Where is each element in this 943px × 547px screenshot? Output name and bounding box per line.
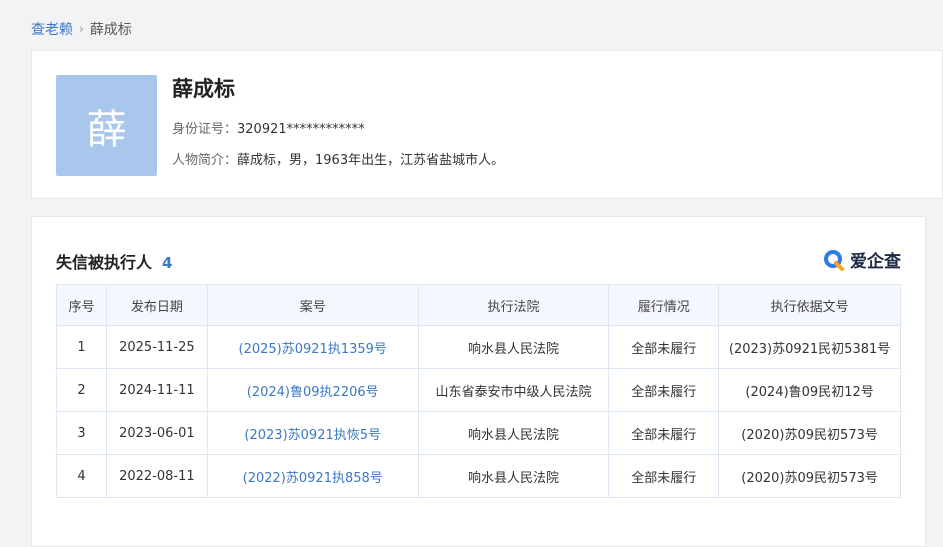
- breadcrumb-home-link[interactable]: 查老赖: [31, 19, 73, 39]
- case-number-link[interactable]: (2024)鲁09执2206号: [206, 368, 419, 412]
- profile-card: 薛 薛成标 身份证号：320921************ 人物简介：薛成标，男…: [31, 50, 943, 199]
- breadcrumb-current: 薛成标: [89, 22, 132, 38]
- row-basis: (2023)苏0921民初5381号: [718, 325, 901, 369]
- row-court: 响水县人民法院: [417, 325, 610, 369]
- list-count: 4: [162, 254, 173, 272]
- row-basis: (2024)鲁09民初12号: [718, 368, 901, 412]
- case-number-link[interactable]: (2022)苏0921执858号: [206, 454, 419, 498]
- row-date: 2022-08-11: [105, 454, 208, 498]
- intro-row: 人物简介：薛成标，男，1963年出生，江苏省盐城市人。: [172, 149, 504, 168]
- row-status: 全部未履行: [608, 411, 720, 455]
- magnifier-logo-icon: [824, 249, 844, 271]
- row-index: 4: [56, 454, 107, 498]
- row-date: 2024-11-11: [105, 368, 208, 412]
- case-number-link[interactable]: (2023)苏0921执恢5号: [206, 411, 419, 455]
- chevron-right-icon: ›: [79, 22, 84, 36]
- list-title: 失信被执行人: [56, 253, 153, 272]
- intro-label: 人物简介：: [172, 153, 238, 168]
- intro-value: 薛成标，男，1963年出生，江苏省盐城市人。: [237, 153, 505, 168]
- breadcrumb: 查老赖 › 薛成标: [31, 19, 132, 39]
- row-basis: (2020)苏09民初573号: [718, 454, 901, 498]
- column-header-court: 执行法院: [417, 284, 610, 326]
- table-row: 2 2024-11-11 (2024)鲁09执2206号 山东省泰安市中级人民法…: [56, 368, 901, 412]
- person-name: 薛成标: [172, 77, 235, 101]
- row-status: 全部未履行: [608, 454, 720, 498]
- row-date: 2023-06-01: [105, 411, 208, 455]
- column-header-date: 发布日期: [105, 284, 208, 326]
- row-court: 响水县人民法院: [417, 411, 610, 455]
- brand-name: 爱企查: [850, 252, 901, 272]
- case-number-link[interactable]: (2025)苏0921执1359号: [206, 325, 419, 369]
- column-header-case-no: 案号: [206, 284, 419, 326]
- column-header-index: 序号: [56, 284, 107, 326]
- id-number-label: 身份证号：: [172, 122, 238, 137]
- row-date: 2025-11-25: [105, 325, 208, 369]
- table-header-row: 序号 发布日期 案号 执行法院 履行情况 执行依据文号: [56, 284, 901, 326]
- table-row: 4 2022-08-11 (2022)苏0921执858号 响水县人民法院 全部…: [56, 454, 901, 498]
- row-court: 响水县人民法院: [417, 454, 610, 498]
- row-index: 2: [56, 368, 107, 412]
- id-number-value: 320921************: [237, 122, 365, 137]
- column-header-status: 履行情况: [608, 284, 720, 326]
- row-index: 3: [56, 411, 107, 455]
- column-header-basis: 执行依据文号: [718, 284, 901, 326]
- list-header: 失信被执行人 4: [56, 249, 172, 273]
- row-status: 全部未履行: [608, 325, 720, 369]
- row-court: 山东省泰安市中级人民法院: [417, 368, 610, 412]
- avatar: 薛: [56, 75, 157, 176]
- table-row: 1 2025-11-25 (2025)苏0921执1359号 响水县人民法院 全…: [56, 325, 901, 369]
- records-table: 序号 发布日期 案号 执行法院 履行情况 执行依据文号 1 2025-11-25…: [56, 284, 901, 498]
- row-status: 全部未履行: [608, 368, 720, 412]
- row-basis: (2020)苏09民初573号: [718, 411, 901, 455]
- dishonest-list-card: 失信被执行人 4 爱企查 序号 发布日期 案号 执行法院 履行情况 执行依据文号…: [31, 216, 926, 547]
- table-row: 3 2023-06-01 (2023)苏0921执恢5号 响水县人民法院 全部未…: [56, 411, 901, 455]
- brand-logo[interactable]: 爱企查: [822, 247, 901, 272]
- id-number-row: 身份证号：320921************: [172, 118, 365, 137]
- row-index: 1: [56, 325, 107, 369]
